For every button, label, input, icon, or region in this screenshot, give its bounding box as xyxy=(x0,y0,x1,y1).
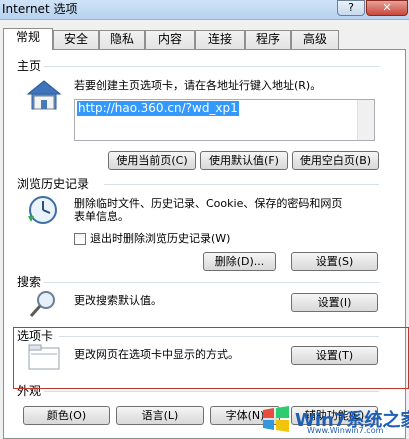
windows-logo-icon xyxy=(263,406,289,432)
use-blank-page-button[interactable]: 使用空白页(B) xyxy=(292,151,379,170)
home-section-title: 主页 xyxy=(17,59,42,73)
search-section-title: 搜索 xyxy=(17,275,42,289)
history-description-line2: 表单信息。 xyxy=(74,210,129,223)
history-description-line1: 删除临时文件、历史记录、Cookie、保存的密码和网页 xyxy=(74,197,343,210)
divider xyxy=(44,282,379,283)
use-current-page-button[interactable]: 使用当前页(C) xyxy=(108,151,196,170)
watermark: Win7系统之家 Www.Winwin7.com xyxy=(255,404,409,435)
delete-history-on-exit-label: 退出时删除浏览历史记录(W) xyxy=(90,232,231,245)
tab-programs[interactable]: 程序 xyxy=(245,30,291,49)
help-button[interactable]: ? xyxy=(337,0,365,16)
tab-advanced[interactable]: 高级 xyxy=(291,30,339,49)
tab-security[interactable]: 安全 xyxy=(53,30,99,49)
home-description: 若要创建主页选项卡，请在各地址行键入地址(R)。 xyxy=(74,79,322,92)
close-button[interactable]: ✕ xyxy=(366,0,408,16)
delete-history-button[interactable]: 删除(D)... xyxy=(203,252,276,271)
help-icon: ? xyxy=(348,1,354,14)
close-icon: ✕ xyxy=(382,1,392,14)
search-settings-button[interactable]: 设置(I) xyxy=(291,293,378,312)
title-bar: Internet 选项 ? ✕ xyxy=(0,0,409,20)
use-default-button[interactable]: 使用默认值(F) xyxy=(200,151,288,170)
tabs-section-highlight xyxy=(13,327,409,389)
divider xyxy=(104,184,379,185)
divider xyxy=(44,391,379,392)
delete-history-on-exit-checkbox[interactable] xyxy=(74,233,86,245)
languages-button[interactable]: 语言(L) xyxy=(116,406,204,425)
scrollbar[interactable] xyxy=(357,100,374,140)
window-title: Internet 选项 xyxy=(2,2,78,16)
tab-privacy[interactable]: 隐私 xyxy=(99,30,145,49)
tab-general[interactable]: 常规 xyxy=(3,28,53,50)
search-icon xyxy=(29,291,55,318)
history-section-title: 浏览历史记录 xyxy=(17,177,90,191)
home-page-url-value: http://hao.360.cn/?wd_xp1 xyxy=(77,101,239,116)
house-icon xyxy=(26,80,62,110)
history-settings-button[interactable]: 设置(S) xyxy=(291,252,378,271)
colors-button[interactable]: 颜色(O) xyxy=(23,406,110,425)
search-description: 更改搜索默认值。 xyxy=(74,294,162,307)
divider xyxy=(44,66,379,67)
tab-content[interactable]: 内容 xyxy=(145,30,195,49)
history-clock-icon xyxy=(28,196,57,224)
tab-connections[interactable]: 连接 xyxy=(195,30,245,49)
home-page-url-input[interactable]: http://hao.360.cn/?wd_xp1 xyxy=(74,99,375,141)
